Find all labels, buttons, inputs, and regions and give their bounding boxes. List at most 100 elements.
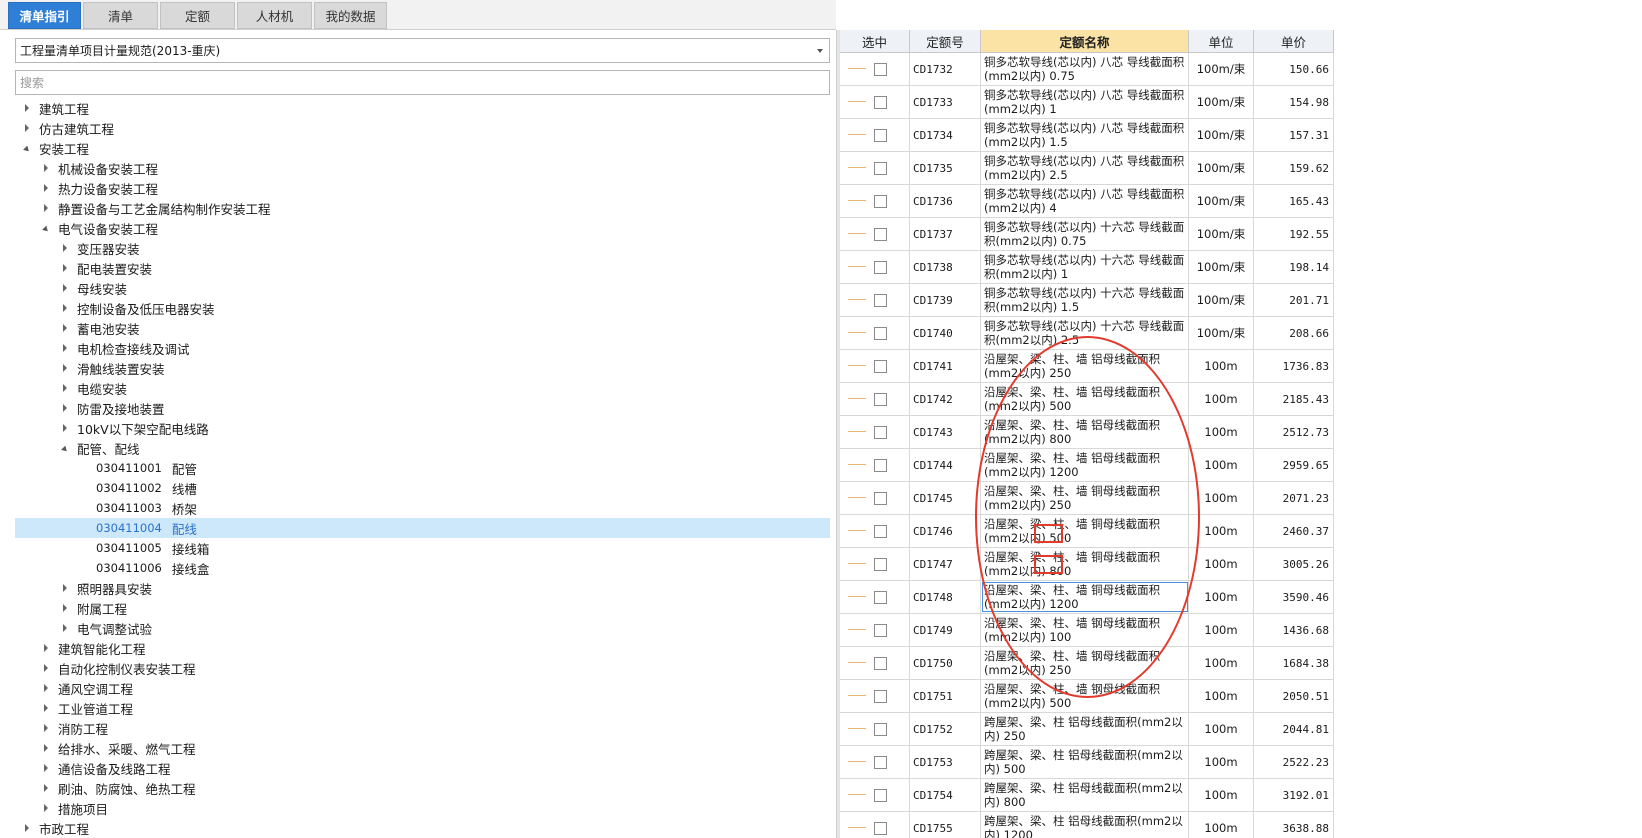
row-checkbox[interactable] [874,656,887,670]
tree-node[interactable]: 030411002 线槽 [15,478,830,498]
collapse-arrow-icon[interactable] [40,722,52,734]
collapse-arrow-icon[interactable] [59,242,71,254]
table-row[interactable]: CD1734 铜多芯软导线(芯以内) 八芯 导线截面积(mm2以内) 1.5 100… [840,119,1334,152]
row-checkbox[interactable] [874,425,887,439]
table-row[interactable]: CD1740 铜多芯软导线(芯以内) 十六芯 导线截面积(mm2以内) 2.5 10… [840,317,1334,350]
tree-node[interactable]: 030411001 配管 [15,458,830,478]
column-header-price[interactable]: 单价 [1254,30,1334,53]
row-checkbox[interactable] [874,821,887,835]
tree-node[interactable]: 电缆安装 [15,378,830,398]
collapse-arrow-icon[interactable] [40,762,52,774]
table-row[interactable]: CD1738 铜多芯软导线(芯以内) 十六芯 导线截面积(mm2以内) 1 100m… [840,251,1334,284]
collapse-arrow-icon[interactable] [59,582,71,594]
tree-node[interactable]: 030411005 接线箱 [15,538,830,558]
tree-node[interactable]: 照明器具安装 [15,578,830,598]
collapse-arrow-icon[interactable] [59,342,71,354]
quota-name[interactable]: 铜多芯软导线(芯以内) 十六芯 导线截面积(mm2以内) 0.75 [981,218,1189,250]
quota-name[interactable]: 沿屋架、梁、柱、墙 钢母线截面积(mm2以内) 500 [981,680,1189,712]
tree-node[interactable]: 10kV以下架空配电线路 [15,418,830,438]
collapse-arrow-icon[interactable] [21,122,33,134]
tree-node[interactable]: 母线安装 [15,278,830,298]
row-checkbox[interactable] [874,590,887,604]
collapse-arrow-icon[interactable] [40,742,52,754]
row-checkbox[interactable] [874,194,887,208]
collapse-arrow-icon[interactable] [40,782,52,794]
column-header-select[interactable]: 选中 [840,30,910,53]
quota-name[interactable]: 铜多芯软导线(芯以内) 八芯 导线截面积(mm2以内) 2.5 [981,152,1189,184]
row-checkbox[interactable] [874,161,887,175]
table-row[interactable]: CD1748 沿屋架、梁、柱、墙 铜母线截面积(mm2以内) 1200 100m 35… [840,581,1334,614]
tree-node[interactable]: 机械设备安装工程 [15,158,830,178]
collapse-arrow-icon[interactable] [59,302,71,314]
quota-name[interactable]: 沿屋架、梁、柱、墙 钢母线截面积(mm2以内) 250 [981,647,1189,679]
tab-quota[interactable]: 定额 [160,2,235,29]
row-checkbox[interactable] [874,722,887,736]
table-row[interactable]: CD1743 沿屋架、梁、柱、墙 铝母线截面积(mm2以内) 800 100m 251… [840,416,1334,449]
tab-list[interactable]: 清单 [83,2,158,29]
table-row[interactable]: CD1751 沿屋架、梁、柱、墙 钢母线截面积(mm2以内) 500 100m 205… [840,680,1334,713]
collapse-arrow-icon[interactable] [59,602,71,614]
row-checkbox[interactable] [874,689,887,703]
table-row[interactable]: CD1747 沿屋架、梁、柱、墙 铜母线截面积(mm2以内) 800 100m 300… [840,548,1334,581]
tree-node[interactable]: 030411003 桥架 [15,498,830,518]
tree-node[interactable]: 附属工程 [15,598,830,618]
table-row[interactable]: CD1741 沿屋架、梁、柱、墙 铝母线截面积(mm2以内) 250 100m 173… [840,350,1334,383]
row-checkbox[interactable] [874,491,887,505]
table-row[interactable]: CD1746 沿屋架、梁、柱、墙 铜母线截面积(mm2以内) 500 100m 246… [840,515,1334,548]
tree-node[interactable]: 配管、配线 [15,438,830,458]
table-row[interactable]: CD1742 沿屋架、梁、柱、墙 铝母线截面积(mm2以内) 500 100m 218… [840,383,1334,416]
tree-node[interactable]: 控制设备及低压电器安装 [15,298,830,318]
quota-name[interactable]: 沿屋架、梁、柱、墙 铜母线截面积(mm2以内) 500 [981,515,1189,547]
quota-name[interactable]: 跨屋架、梁、柱 铝母线截面积(mm2以内) 800 [981,779,1189,811]
expand-arrow-icon[interactable] [40,222,52,234]
tree-node[interactable]: 市政工程 [15,818,830,838]
quota-name[interactable]: 沿屋架、梁、柱、墙 铝母线截面积(mm2以内) 800 [981,416,1189,448]
quota-name[interactable]: 铜多芯软导线(芯以内) 十六芯 导线截面积(mm2以内) 2.5 [981,317,1189,349]
row-checkbox[interactable] [874,95,887,109]
table-row[interactable]: CD1755 跨屋架、梁、柱 铝母线截面积(mm2以内) 1200 100m 3638… [840,812,1334,838]
row-checkbox[interactable] [874,62,887,76]
quota-name[interactable]: 跨屋架、梁、柱 铝母线截面积(mm2以内) 250 [981,713,1189,745]
row-checkbox[interactable] [874,623,887,637]
tree-node[interactable]: 防雷及接地装置 [15,398,830,418]
spec-select[interactable]: 工程量清单项目计量规范(2013-重庆) [15,38,830,63]
collapse-arrow-icon[interactable] [40,702,52,714]
collapse-arrow-icon[interactable] [40,182,52,194]
quota-name[interactable]: 铜多芯软导线(芯以内) 八芯 导线截面积(mm2以内) 1 [981,86,1189,118]
quota-name[interactable]: 沿屋架、梁、柱、墙 铝母线截面积(mm2以内) 500 [981,383,1189,415]
row-checkbox[interactable] [874,326,887,340]
tree-node[interactable]: 措施项目 [15,798,830,818]
quota-name[interactable]: 沿屋架、梁、柱、墙 铝母线截面积(mm2以内) 250 [981,350,1189,382]
collapse-arrow-icon[interactable] [59,282,71,294]
tree-node[interactable]: 030411004 配线 [15,518,830,538]
column-header-unit[interactable]: 单位 [1189,30,1254,53]
tab-my-data[interactable]: 我的数据 [314,2,387,29]
tree-node[interactable]: 热力设备安装工程 [15,178,830,198]
table-row[interactable]: CD1733 铜多芯软导线(芯以内) 八芯 导线截面积(mm2以内) 1 100m/… [840,86,1334,119]
quota-name[interactable]: 沿屋架、梁、柱、墙 铝母线截面积(mm2以内) 1200 [981,449,1189,481]
tree-node[interactable]: 滑触线装置安装 [15,358,830,378]
collapse-arrow-icon[interactable] [59,362,71,374]
expand-arrow-icon[interactable] [59,442,71,454]
collapse-arrow-icon[interactable] [59,622,71,634]
quota-name[interactable]: 跨屋架、梁、柱 铝母线截面积(mm2以内) 1200 [981,812,1189,838]
row-checkbox[interactable] [874,392,887,406]
quota-name[interactable]: 沿屋架、梁、柱、墙 铜母线截面积(mm2以内) 800 [981,548,1189,580]
tab-labor-material-machine[interactable]: 人材机 [237,2,312,29]
tree-node[interactable]: 刷油、防腐蚀、绝热工程 [15,778,830,798]
collapse-arrow-icon[interactable] [40,802,52,814]
column-header-name[interactable]: 定额名称 [981,30,1189,53]
tree-node[interactable]: 电机检查接线及调试 [15,338,830,358]
quota-name[interactable]: 沿屋架、梁、柱、墙 铜母线截面积(mm2以内) 1200 [981,581,1189,613]
row-checkbox[interactable] [874,755,887,769]
quota-name[interactable]: 跨屋架、梁、柱 铝母线截面积(mm2以内) 500 [981,746,1189,778]
search-input[interactable] [15,70,830,95]
tree-node[interactable]: 仿古建筑工程 [15,118,830,138]
collapse-arrow-icon[interactable] [59,402,71,414]
table-row[interactable]: CD1749 沿屋架、梁、柱、墙 钢母线截面积(mm2以内) 100 100m 143… [840,614,1334,647]
collapse-arrow-icon[interactable] [59,382,71,394]
table-row[interactable]: CD1737 铜多芯软导线(芯以内) 十六芯 导线截面积(mm2以内) 0.75 1… [840,218,1334,251]
expand-arrow-icon[interactable] [21,142,33,154]
tree-node[interactable]: 变压器安装 [15,238,830,258]
table-row[interactable]: CD1750 沿屋架、梁、柱、墙 钢母线截面积(mm2以内) 250 100m 168… [840,647,1334,680]
